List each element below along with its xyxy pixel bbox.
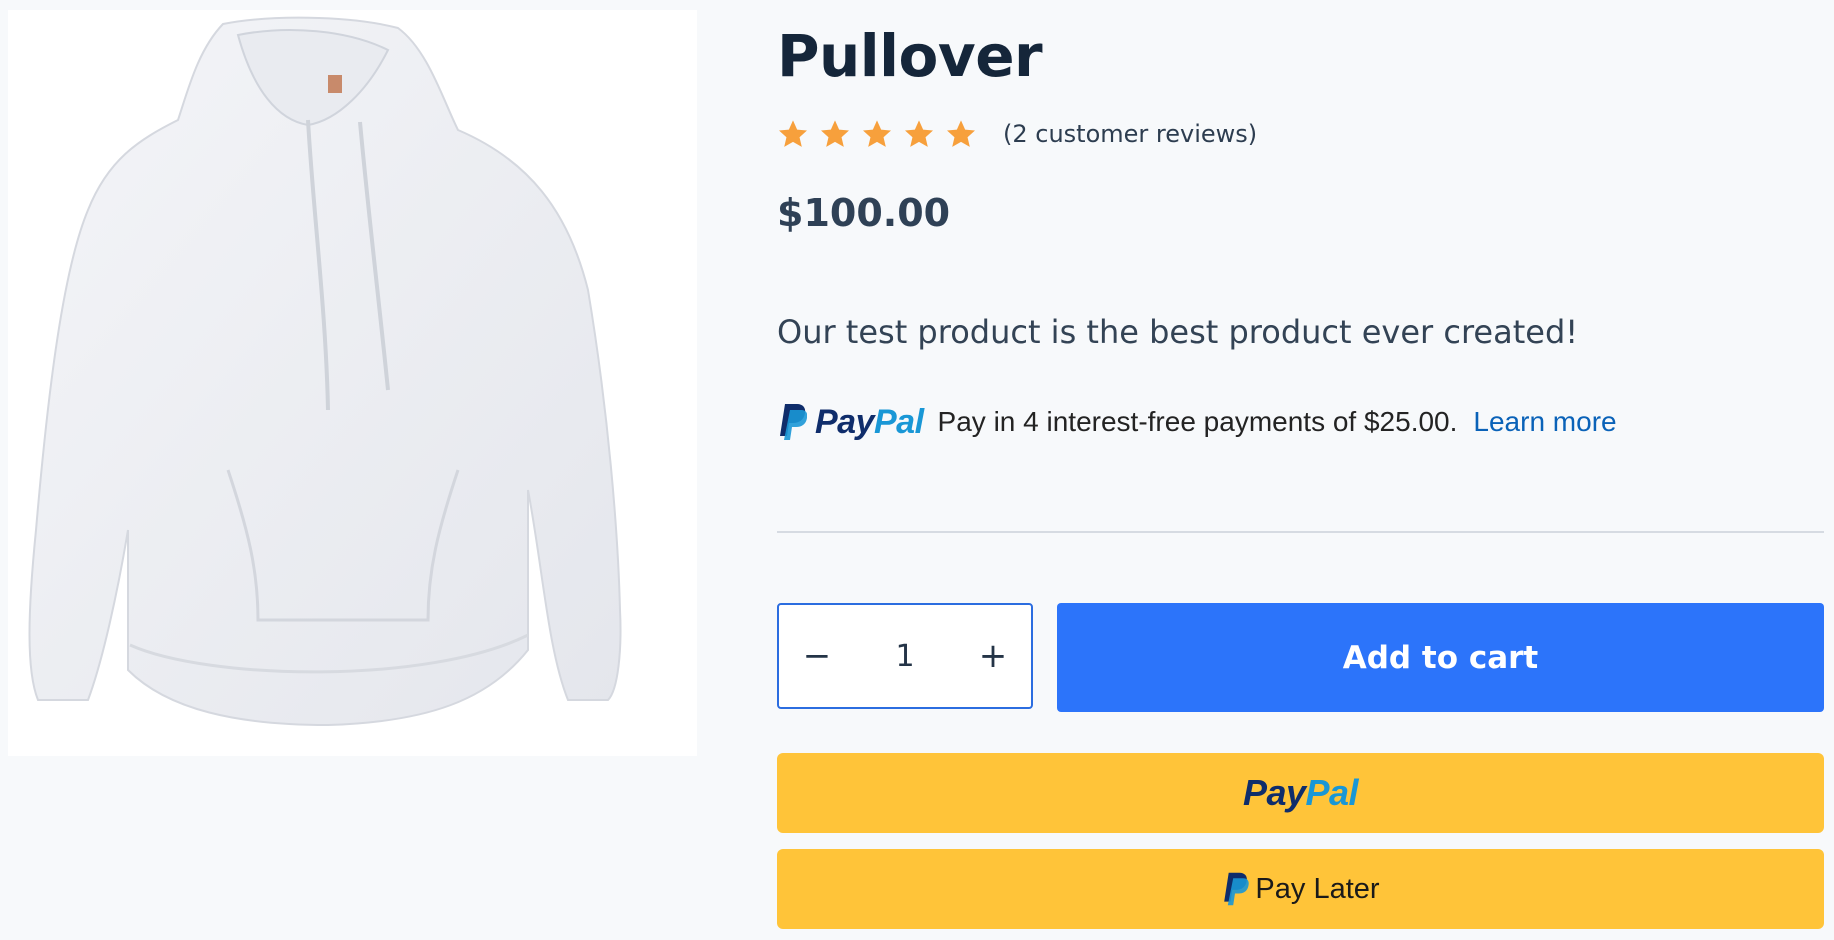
- paypal-button-pal: Pal: [1305, 772, 1359, 813]
- learn-more-link[interactable]: Learn more: [1473, 406, 1616, 438]
- quantity-input[interactable]: [855, 637, 955, 675]
- star-icon: [863, 120, 891, 147]
- rating-stars: [777, 118, 977, 150]
- star-icon: [947, 120, 975, 147]
- star-icon: [905, 120, 933, 147]
- paypal-wordmark-pal: Pal: [874, 402, 924, 441]
- pay-later-label: Pay Later: [1255, 872, 1380, 905]
- paypal-logo-icon: [1224, 872, 1250, 906]
- star-icon: [779, 120, 807, 147]
- product-rating: (2 customer reviews): [777, 118, 1257, 150]
- increment-button[interactable]: +: [955, 605, 1031, 707]
- reviews-link[interactable]: (2 customer reviews): [1003, 120, 1257, 148]
- product-title: Pullover: [777, 22, 1043, 90]
- paypal-wordmark-pay: Pay: [815, 402, 875, 441]
- add-to-cart-button[interactable]: Add to cart: [1057, 603, 1824, 712]
- hoodie-image: [28, 16, 622, 727]
- pay-in-4-text: Pay in 4 interest-free payments of $25.0…: [937, 406, 1458, 437]
- paypal-logo-icon: [780, 404, 807, 440]
- paypal-button-pay: Pay: [1242, 772, 1306, 813]
- divider: [777, 531, 1824, 533]
- pay-later-button[interactable]: Pay Later: [777, 849, 1824, 929]
- star-icon: [821, 120, 849, 147]
- paypal-pay-in-4-message: PayPal Pay in 4 interest-free payments o…: [777, 402, 1617, 442]
- paypal-button[interactable]: PayPal: [777, 753, 1824, 833]
- paypal-button-wordmark: PayPal: [1242, 772, 1359, 814]
- product-price: $100.00: [777, 191, 951, 235]
- paypal-wordmark: PayPal: [815, 403, 924, 442]
- quantity-stepper: − +: [777, 603, 1033, 709]
- decrement-button[interactable]: −: [779, 605, 855, 707]
- product-description: Our test product is the best product eve…: [777, 313, 1579, 351]
- product-image: [8, 10, 697, 756]
